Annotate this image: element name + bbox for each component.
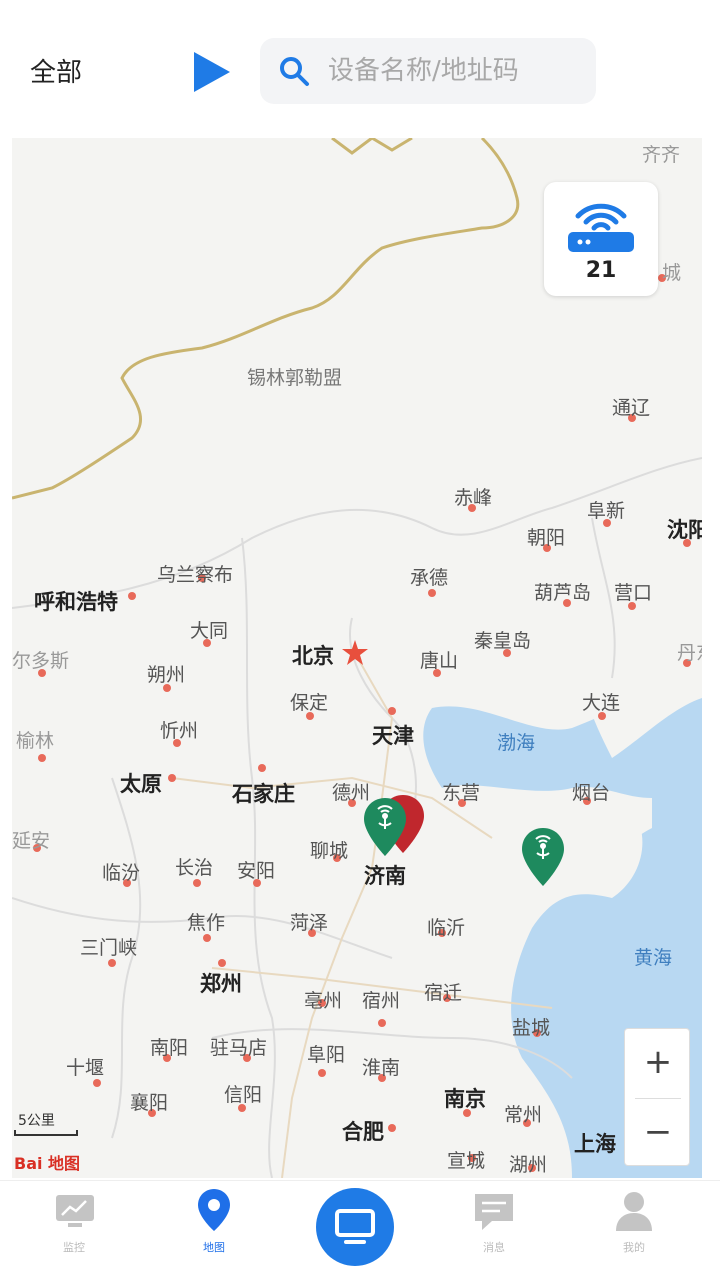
map-label-liaocheng: 聊城 [310,840,349,862]
map-label-shanghai: 上海 [574,1132,616,1156]
search-input[interactable] [328,38,588,104]
map-label-dongying: 东营 [442,782,481,804]
map-label-heze: 菏泽 [290,912,329,934]
map-label-beijing: 北京 [292,644,334,668]
map-label-huzhou: 湖州 [509,1154,548,1176]
map-label-yingkou: 营口 [614,582,653,604]
tab-monitor[interactable]: 监控 [24,1185,124,1255]
zoom-in-button[interactable]: + [625,1029,691,1097]
router-icon [568,203,634,252]
map-label-suqian: 宿迁 [424,982,463,1004]
map-label-zhumadian: 驻马店 [210,1037,268,1059]
device-count-card[interactable]: 21 [544,182,658,296]
map-label-dalian: 大连 [582,692,621,714]
search-box[interactable] [260,38,596,104]
map-label-yanan: 延安 [12,830,51,852]
map-label-shenyang: 沈阳 [667,518,702,542]
tab-label-message: 消息 [483,1241,505,1254]
map-label-zhengzhou: 郑州 [200,972,242,996]
map-label-hefei: 合肥 [342,1120,384,1144]
monitor-chart-icon [56,1195,94,1227]
map-pin-icon [198,1189,230,1231]
map-label-cheng: 城 [662,262,682,284]
map-label-shuozhou: 朔州 [147,664,186,686]
screen-icon [335,1209,375,1244]
map-label-qinhuangdao: 秦皇岛 [474,630,532,652]
map-label-shijiazhuang: 石家庄 [232,782,295,806]
map-label-dandong: 丹东 [677,642,702,664]
filter-all-label[interactable]: 全部 [30,52,82,89]
search-icon [280,57,309,86]
map-label-yancheng: 盐城 [512,1017,551,1039]
map-label-nanjing: 南京 [444,1087,486,1111]
map-label-taiyuan: 太原 [120,772,162,796]
tab-label-profile: 我的 [623,1241,645,1254]
map-label-huanghai: 黄海 [634,947,673,969]
map-label-xiangyang: 襄阳 [130,1092,169,1114]
map-label-changzhi: 长治 [175,857,214,879]
baidu-map-logo: Bai 地图 [14,1154,81,1173]
map-label-shiyan: 十堰 [66,1057,105,1079]
top-bar: 全部 [0,0,720,140]
map-scale-label: 5公里 [18,1113,55,1129]
map-label-bohai: 渤海 [497,732,536,754]
tab-map[interactable]: 地图 [164,1185,264,1255]
map-label-fuyang: 阜阳 [307,1044,346,1066]
map-label-jinan: 济南 [364,864,406,888]
zoom-control: + − [624,1028,690,1166]
map-label-tangshan: 唐山 [420,650,459,672]
device-marker-qingdao[interactable] [520,826,566,888]
map-label-nanyang: 南阳 [150,1037,189,1059]
map-label-huainan: 淮南 [362,1057,401,1079]
map-label-wulanchabu: 乌兰察布 [157,564,234,586]
map-label-xilinguole: 锡林郭勒盟 [247,367,343,389]
map-label-anyang: 安阳 [237,860,276,882]
user-icon [616,1192,652,1231]
map-label-tongliao: 通辽 [612,397,651,419]
screen-view-button[interactable] [316,1188,394,1266]
map-label-bozhou: 亳州 [304,990,343,1012]
map-label-huludao: 葫芦岛 [534,582,592,604]
map-label-yulin: 榆林 [16,730,55,752]
map-label-xinyang: 信阳 [224,1084,263,1106]
map-label-xinzhou: 忻州 [160,720,199,742]
map-label-xuancheng: 宣城 [447,1150,486,1172]
map-label-huhehaote: 呼和浩特 [34,590,118,614]
map-label-eerduosi: 尔多斯 [12,650,70,672]
map-label-changzhou: 常州 [504,1104,543,1126]
map-label-qiqihaer: 齐齐 [642,144,681,166]
tab-message[interactable]: 消息 [444,1185,544,1255]
map-label-suzhou-ah: 宿州 [362,990,401,1012]
map-label-chifeng: 赤峰 [454,487,493,509]
map-label-yantai: 烟台 [572,782,611,804]
map-label-sanmenxia: 三门峡 [80,937,138,959]
map-label-baoding: 保定 [290,692,329,714]
message-icon [475,1194,513,1230]
tab-label-map: 地图 [203,1241,225,1254]
device-count: 21 [585,258,617,283]
map-label-jiaozuo: 焦作 [187,912,226,934]
map-scale-bar [14,1130,78,1136]
map-label-linfen: 临汾 [102,862,141,884]
map-label-fuxin: 阜新 [587,500,626,522]
map-label-tianjin: 天津 [372,724,414,748]
device-marker-jinan[interactable] [362,796,408,858]
map-label-chengde: 承德 [410,567,449,589]
map-label-chaoyang: 朝阳 [527,527,566,549]
tab-profile[interactable]: 我的 [584,1185,684,1255]
map-label-datong: 大同 [190,620,229,642]
zoom-out-button[interactable]: − [625,1099,691,1167]
play-icon[interactable] [192,50,232,94]
tab-label-monitor: 监控 [63,1241,85,1254]
map-label-linyi: 临沂 [427,917,466,939]
